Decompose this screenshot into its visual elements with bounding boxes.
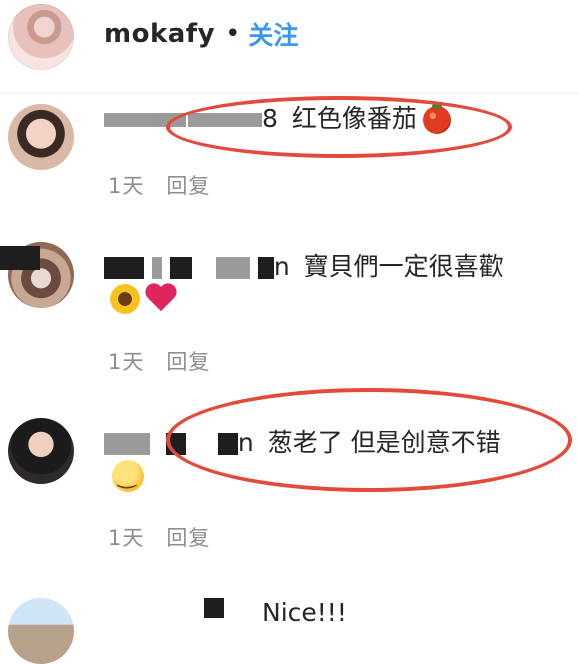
commenter-avatar[interactable] <box>8 104 74 170</box>
comment-time: 1天 <box>108 350 145 374</box>
redacted-username <box>104 433 150 455</box>
redaction-block <box>0 246 40 270</box>
comment-time: 1天 <box>108 526 145 550</box>
red-heart-emoji <box>144 284 178 314</box>
highlight-ellipse <box>166 388 572 492</box>
reply-button[interactable]: 回复 <box>166 174 210 198</box>
follow-button[interactable]: 关注 <box>248 16 298 52</box>
smiling-face-emoji <box>112 460 144 492</box>
separator-dot: • <box>225 19 241 49</box>
header-avatar[interactable] <box>8 4 74 70</box>
redacted-username <box>104 257 144 279</box>
comment-row: n 寶貝們一定很喜歡 <box>104 250 504 284</box>
comment-meta: 1天 回复 <box>108 346 232 376</box>
commenter-avatar[interactable] <box>8 418 74 484</box>
comment-text: 寶貝們一定很喜歡 <box>303 252 504 281</box>
redaction-block <box>204 598 224 618</box>
commenter-avatar[interactable] <box>8 598 74 664</box>
header-username[interactable]: mokafy <box>104 19 215 49</box>
highlight-ellipse <box>166 96 512 158</box>
comment-text: Nice!!! <box>262 598 347 627</box>
comment-time: 1天 <box>108 174 145 198</box>
reply-button[interactable]: 回复 <box>166 526 210 550</box>
sunflower-emoji <box>110 284 140 314</box>
comment-emoji-row <box>110 284 178 314</box>
username-suffix: n <box>273 252 290 281</box>
comment-row: Nice!!! <box>262 596 347 630</box>
comment-emoji-row <box>112 460 144 492</box>
redacted-username <box>169 257 192 279</box>
comment-meta: 1天 回复 <box>108 522 232 552</box>
redacted-username <box>151 257 162 279</box>
post-header: mokafy • 关注 <box>104 14 298 54</box>
redacted-username <box>257 257 274 279</box>
reply-button[interactable]: 回复 <box>166 350 210 374</box>
comment-meta: 1天 回复 <box>108 170 232 200</box>
header-divider <box>0 92 578 93</box>
redacted-username <box>215 257 250 279</box>
